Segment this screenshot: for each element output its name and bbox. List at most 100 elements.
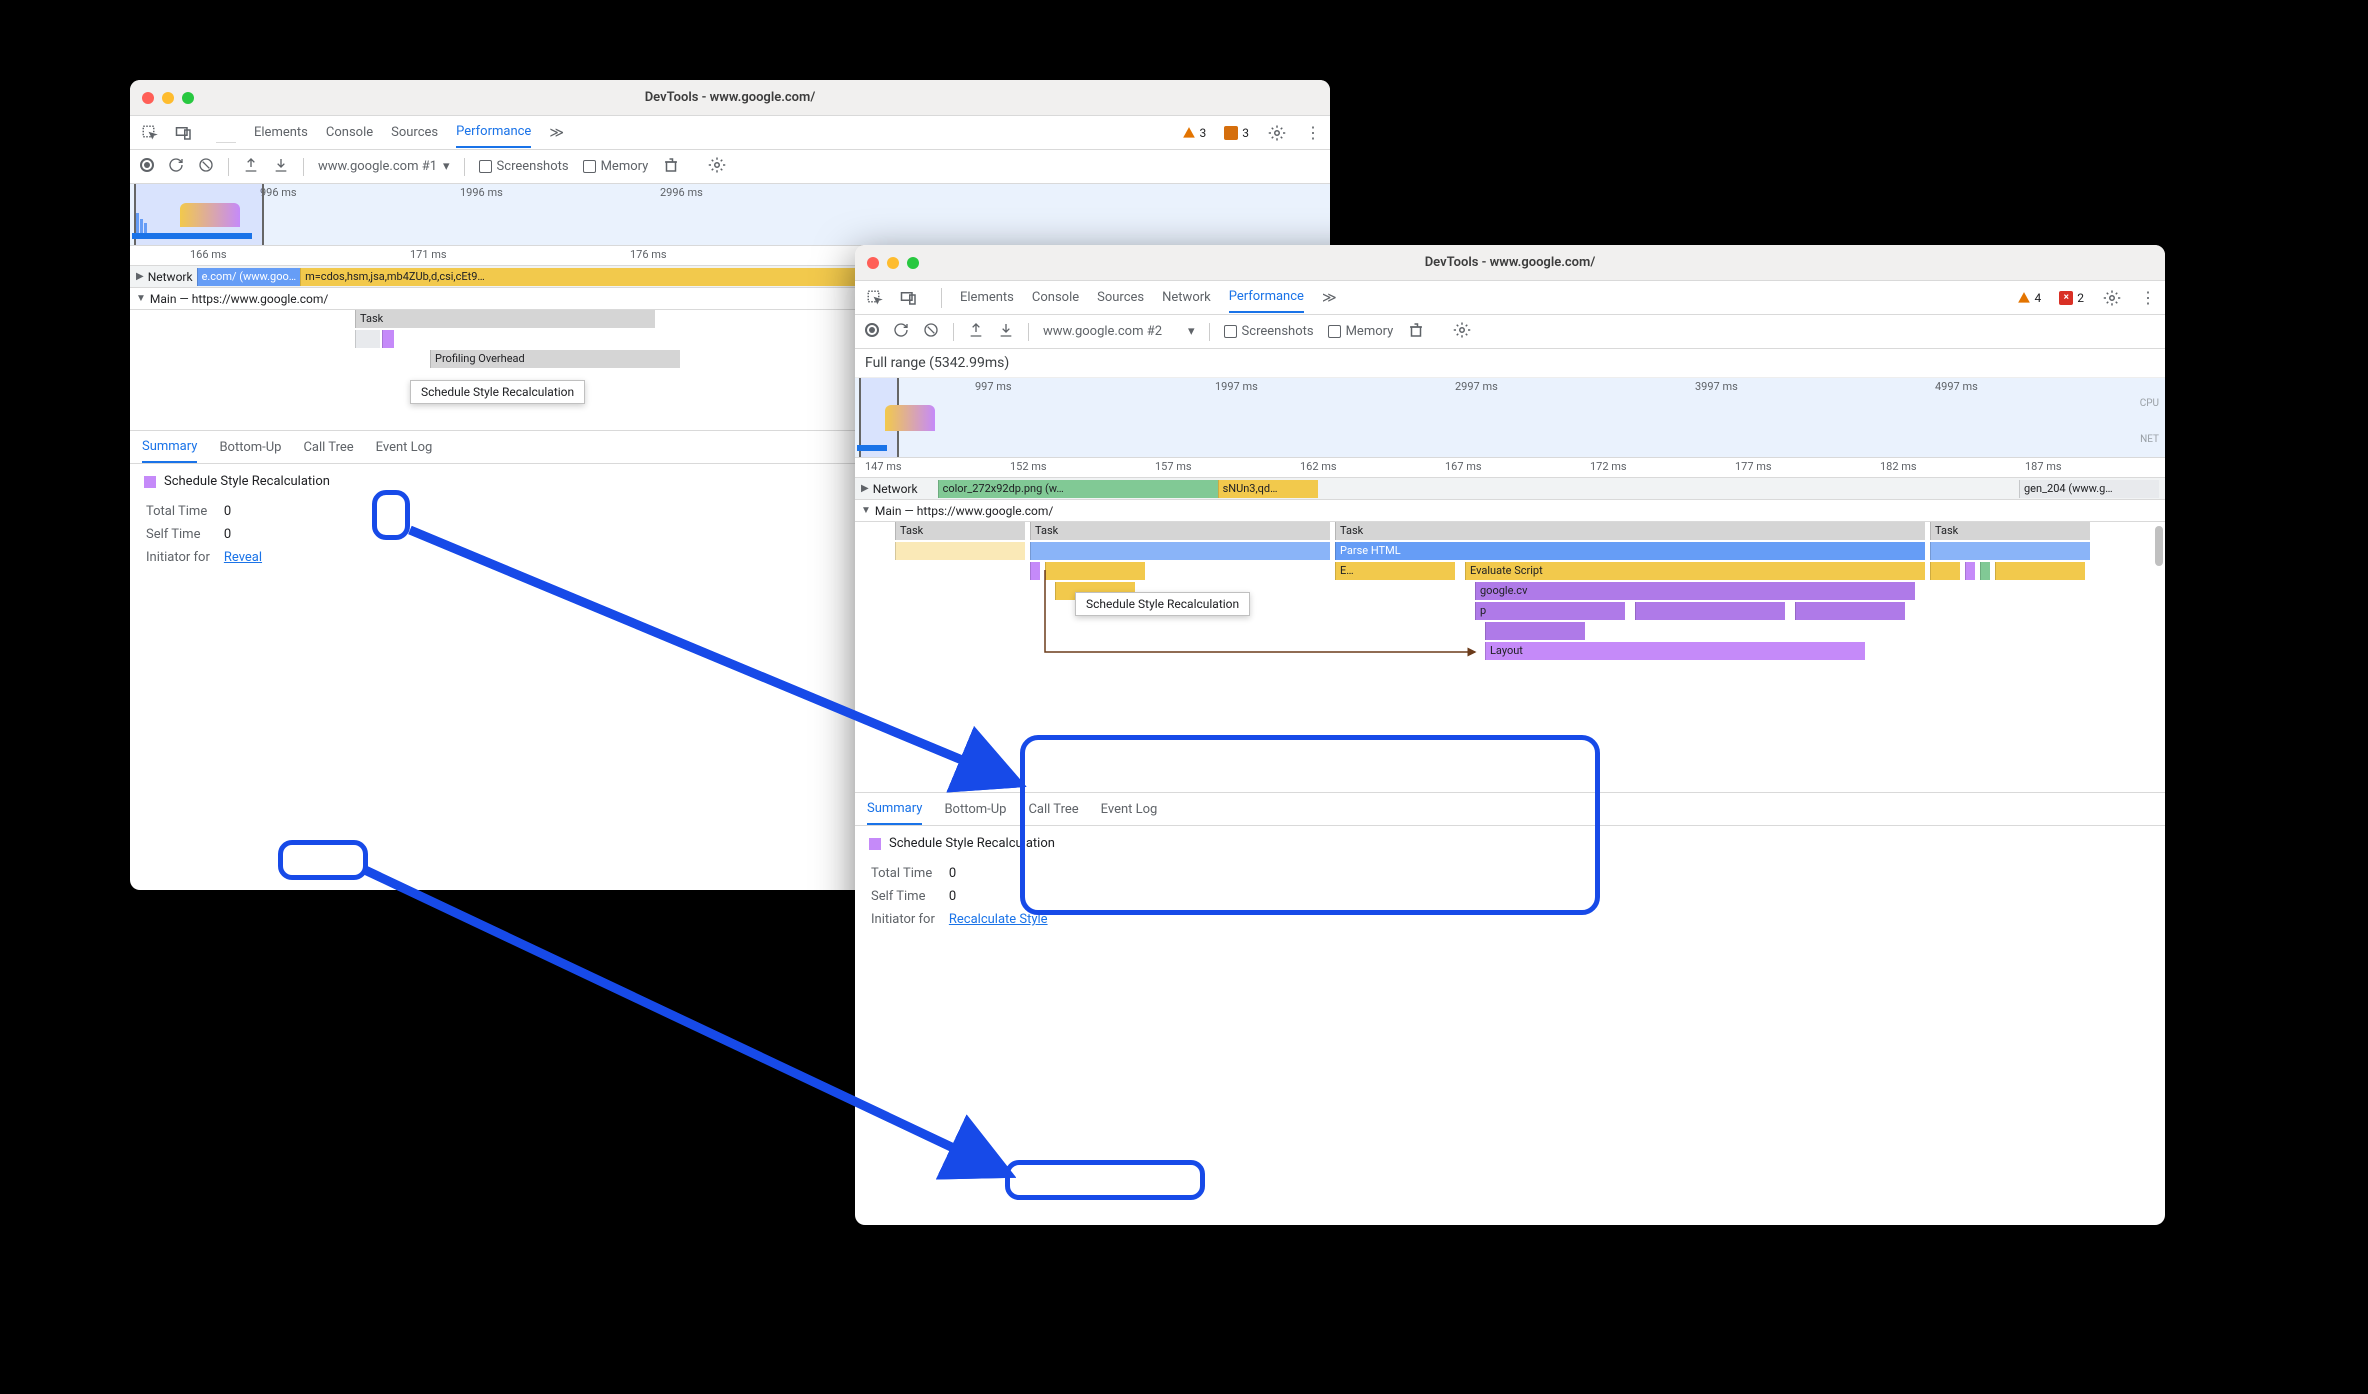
kebab-icon[interactable]: ⋮ (1305, 123, 1320, 142)
flame-bar[interactable] (895, 542, 1025, 560)
device-icon[interactable] (899, 288, 919, 308)
flame-bar[interactable] (1995, 562, 2085, 580)
reload-button[interactable] (893, 322, 909, 342)
flame-bar[interactable] (1930, 562, 1960, 580)
gc-button[interactable] (1407, 321, 1425, 343)
flame-bar-p[interactable]: p (1475, 602, 1625, 620)
perf-toolbar: www.google.com #2▾ Screenshots Memory (855, 315, 2165, 349)
record-button[interactable] (865, 323, 879, 341)
collapse-icon: ▼ (136, 293, 146, 304)
tab-performance[interactable]: Performance (456, 117, 531, 148)
flame-bar-ev[interactable]: E… (1335, 562, 1455, 580)
settings-icon[interactable] (2102, 288, 2122, 308)
tab-elements[interactable]: Elements (254, 118, 308, 147)
warnings-badge[interactable]: 3 (1182, 126, 1207, 140)
tab-call-tree[interactable]: Call Tree (303, 433, 353, 462)
overview-timeline[interactable]: 997 ms 1997 ms 2997 ms 3997 ms 4997 ms C… (855, 378, 2165, 458)
tab-call-tree[interactable]: Call Tree (1028, 795, 1078, 824)
flame-bar-layout[interactable]: Layout (1485, 642, 1865, 660)
tab-console[interactable]: Console (1032, 283, 1079, 312)
device-icon[interactable] (174, 123, 194, 143)
time-ruler[interactable]: 147 ms 152 ms 157 ms 162 ms 167 ms 172 m… (855, 458, 2165, 478)
warnings-badge[interactable]: 4 (2017, 291, 2042, 305)
flame-bar-evaluate[interactable]: Evaluate Script (1465, 562, 1925, 580)
reload-button[interactable] (168, 157, 184, 177)
event-swatch (144, 476, 156, 488)
window-title: DevTools - www.google.com/ (855, 255, 2165, 270)
memory-checkbox[interactable]: Memory (1328, 324, 1394, 339)
perf-settings-icon[interactable] (1453, 321, 1471, 343)
tab-sources[interactable]: Sources (1097, 283, 1144, 312)
flame-bar-task[interactable]: Task (355, 310, 655, 328)
overview-timeline[interactable]: 996 ms 1996 ms 2996 ms (130, 184, 1330, 246)
devtools-window-2: DevTools - www.google.com/ Elements Cons… (855, 245, 2165, 1225)
main-track-header[interactable]: ▼Main — https://www.google.com/ (855, 500, 2165, 522)
issues-badge[interactable]: 3 (1224, 126, 1249, 140)
full-range-label: Full range (5342.99ms) (855, 349, 2165, 378)
upload-button[interactable] (968, 322, 984, 342)
flame-bar[interactable] (1045, 562, 1145, 580)
network-item[interactable]: gen_204 (www.g… (2019, 480, 2159, 498)
flame-bar-profiling[interactable]: Profiling Overhead (430, 350, 680, 368)
download-button[interactable] (273, 157, 289, 177)
tab-elements[interactable]: Elements (960, 283, 1014, 312)
clear-button[interactable] (198, 157, 214, 177)
titlebar[interactable]: DevTools - www.google.com/ (130, 80, 1330, 116)
scrollbar[interactable] (2155, 526, 2163, 566)
inspect-icon[interactable] (865, 288, 885, 308)
screenshots-checkbox[interactable]: Screenshots (479, 159, 569, 174)
target-dropdown[interactable]: www.google.com #2▾ (1043, 324, 1195, 339)
flame-bar[interactable] (355, 330, 380, 348)
reveal-link[interactable]: Reveal (224, 550, 262, 565)
flame-bar-task[interactable]: Task (1030, 522, 1330, 540)
network-track-header[interactable]: ▶Network color_272x92dp.png (w… sNUn3,qd… (855, 478, 2165, 500)
upload-button[interactable] (243, 157, 259, 177)
flame-bar[interactable] (1795, 602, 1905, 620)
more-tabs-icon[interactable]: ≫ (1322, 290, 1337, 306)
clear-button[interactable] (923, 322, 939, 342)
recalculate-style-link[interactable]: Recalculate Style (949, 912, 1048, 927)
tab-network[interactable]: Network (1162, 283, 1211, 312)
memory-checkbox[interactable]: Memory (583, 159, 649, 174)
flame-bar[interactable] (1030, 562, 1040, 580)
flame-bar-run[interactable] (1030, 542, 1330, 560)
tab-bottom-up[interactable]: Bottom-Up (944, 795, 1006, 824)
tab-summary[interactable]: Summary (867, 794, 922, 825)
settings-icon[interactable] (1267, 123, 1287, 143)
download-button[interactable] (998, 322, 1014, 342)
flame-bar-selected[interactable] (382, 330, 394, 348)
flame-chart[interactable]: Task Task Task Task Parse HTML E… Evalua… (855, 522, 2165, 792)
target-dropdown[interactable]: www.google.com #1▾ (318, 159, 450, 174)
gc-button[interactable] (662, 156, 680, 178)
flame-bar-task[interactable]: Task (895, 522, 1025, 540)
more-tabs-icon[interactable]: ≫ (549, 125, 564, 141)
titlebar[interactable]: DevTools - www.google.com/ (855, 245, 2165, 281)
tab-performance[interactable]: Performance (1229, 282, 1304, 313)
inspect-icon[interactable] (140, 123, 160, 143)
chevron-down-icon: ▾ (443, 159, 450, 174)
tab-bottom-up[interactable]: Bottom-Up (219, 433, 281, 462)
flame-bar[interactable] (1980, 562, 1990, 580)
network-item[interactable]: color_272x92dp.png (w… (938, 480, 1218, 498)
tab-event-log[interactable]: Event Log (1101, 795, 1158, 824)
perf-settings-icon[interactable] (708, 156, 726, 178)
flame-bar[interactable] (1635, 602, 1785, 620)
tab-event-log[interactable]: Event Log (376, 433, 433, 462)
screenshots-checkbox[interactable]: Screenshots (1224, 324, 1314, 339)
flame-bar[interactable] (1485, 622, 1585, 640)
tab-sources[interactable]: Sources (391, 118, 438, 147)
record-button[interactable] (140, 158, 154, 176)
network-item[interactable]: sNUn3,qd… (1218, 480, 1318, 498)
errors-badge[interactable]: ×2 (2059, 291, 2084, 305)
network-item[interactable]: e.com/ (www.goo… (197, 268, 301, 286)
flame-bar[interactable] (1930, 542, 2090, 560)
flame-bar-task[interactable]: Task (1335, 522, 1925, 540)
summary-panel: Schedule Style Recalculation Total Time0… (855, 826, 2165, 942)
tab-console[interactable]: Console (326, 118, 373, 147)
flame-bar-task[interactable]: Task (1930, 522, 2090, 540)
flame-bar-parse[interactable]: Parse HTML (1335, 542, 1925, 560)
flame-bar-gcv[interactable]: google.cv (1475, 582, 1915, 600)
kebab-icon[interactable]: ⋮ (2140, 288, 2155, 307)
flame-bar[interactable] (1965, 562, 1975, 580)
tab-summary[interactable]: Summary (142, 432, 197, 463)
